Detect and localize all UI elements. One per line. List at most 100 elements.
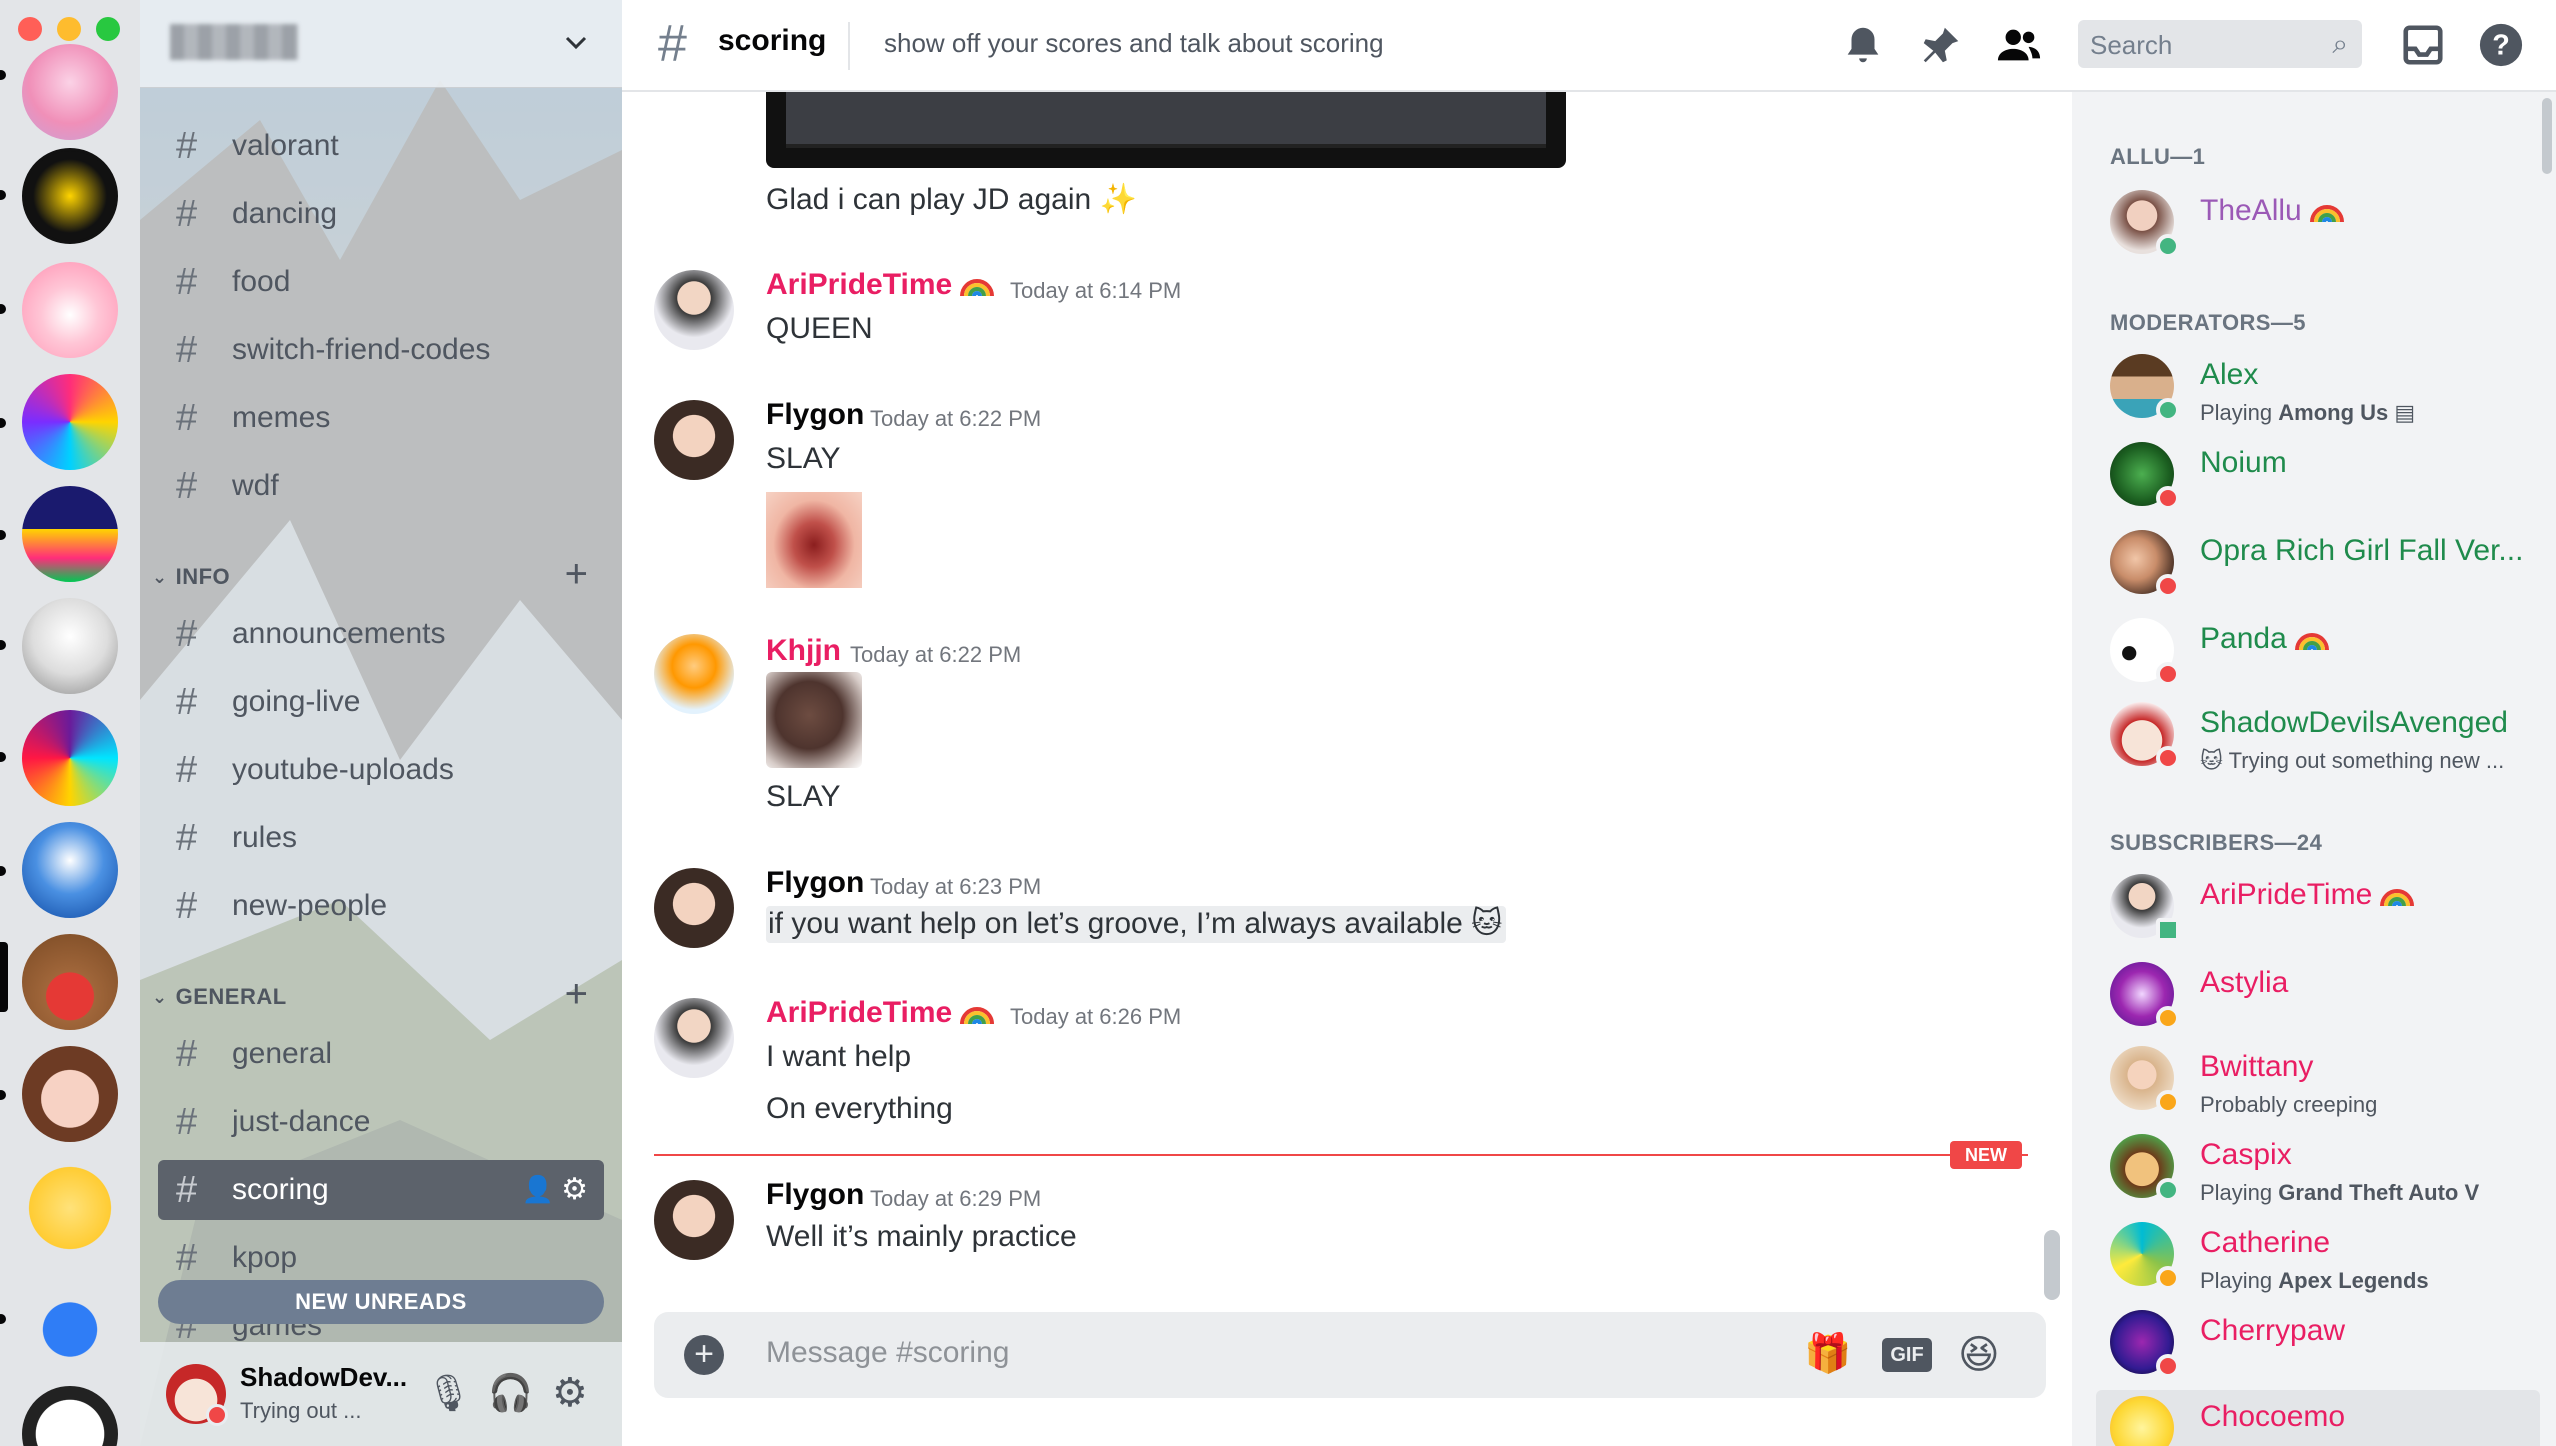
channel-wdf[interactable]: # wdf — [176, 456, 616, 516]
bell-icon[interactable] — [1840, 22, 1886, 68]
avatar[interactable] — [654, 634, 734, 714]
message-text: Well it’s mainly practice — [766, 1220, 1077, 1253]
member-item[interactable]: Panda — [2110, 612, 2540, 686]
channel-topic[interactable]: show off your scores and talk about scor… — [884, 28, 1384, 59]
upload-plus-button[interactable]: + — [684, 1335, 724, 1375]
message-timestamp[interactable]: Today at 6:26 PM — [1010, 1004, 1181, 1030]
member-item[interactable]: Opra Rich Girl Fall Ver... — [2110, 524, 2540, 598]
channel-valorant[interactable]: # valorant — [176, 116, 616, 176]
category-info[interactable]: ⌄ INFO — [152, 564, 230, 590]
member-item[interactable]: TheAllu — [2110, 184, 2540, 258]
member-item[interactable]: Bwittany Probably creeping — [2110, 1040, 2540, 1117]
server-icon-dog-heart[interactable] — [22, 934, 118, 1030]
channel-dancing[interactable]: # dancing — [176, 184, 616, 244]
add-channel-icon[interactable]: + — [565, 552, 588, 597]
category-label: GENERAL — [175, 984, 287, 1009]
avatar[interactable] — [654, 400, 734, 480]
search-input[interactable]: Search ⌕ — [2078, 20, 2362, 68]
server-icon-yellow[interactable] — [22, 1160, 118, 1256]
message-author[interactable]: Flygon — [766, 866, 864, 900]
server-icon-girl[interactable] — [22, 1046, 118, 1142]
member-scrollbar[interactable] — [2542, 98, 2552, 174]
message-timestamp[interactable]: Today at 6:29 PM — [870, 1186, 1041, 1212]
message-timestamp[interactable]: Today at 6:22 PM — [850, 642, 1021, 668]
emoji-icon[interactable]: 😆 — [1958, 1332, 2000, 1378]
invite-icon[interactable]: 👤 — [522, 1174, 554, 1205]
walrus-sticker-image[interactable] — [766, 672, 862, 768]
member-item[interactable]: Caspix Playing Grand Theft Auto V — [2110, 1128, 2540, 1205]
message-input-placeholder[interactable]: Message #scoring — [766, 1336, 1009, 1370]
server-icon-anime[interactable] — [22, 44, 118, 140]
channel-going-live[interactable]: # going-live — [176, 672, 616, 732]
add-channel-icon[interactable]: + — [565, 972, 588, 1017]
chevron-down-icon[interactable] — [564, 30, 588, 54]
channel-scoring[interactable]: # scoring 👤 ⚙ — [158, 1160, 604, 1220]
avatar[interactable] — [654, 1180, 734, 1260]
member-item[interactable]: Astylia — [2110, 956, 2540, 1030]
server-icon-game[interactable] — [22, 710, 118, 806]
server-icon-bird[interactable] — [22, 486, 118, 582]
server-icon-sketch[interactable] — [22, 598, 118, 694]
gift-icon[interactable]: 🎁 — [1804, 1332, 1851, 1376]
server-icon-just-dance[interactable] — [22, 374, 118, 470]
member-item[interactable]: Chocoemo — [2096, 1390, 2540, 1446]
dnd-status-icon — [2156, 1354, 2180, 1378]
dnd-status-icon — [206, 1404, 228, 1426]
member-list-icon[interactable] — [1996, 22, 2042, 68]
headphones-icon[interactable]: 🎧 — [488, 1372, 533, 1414]
message-author[interactable]: AriPrideTime — [766, 996, 995, 1030]
help-icon[interactable]: ? — [2478, 22, 2524, 68]
minimize-window-button[interactable] — [57, 17, 81, 41]
chat-scrollbar[interactable] — [2044, 1230, 2060, 1300]
message-timestamp[interactable]: Today at 6:14 PM — [1010, 278, 1181, 304]
avatar[interactable] — [654, 868, 734, 948]
message-timestamp[interactable]: Today at 6:23 PM — [870, 874, 1041, 900]
server-header[interactable] — [140, 0, 622, 88]
close-window-button[interactable] — [18, 17, 42, 41]
channel-youtube-uploads[interactable]: # youtube-uploads — [176, 740, 616, 800]
channel-rules[interactable]: # rules — [176, 808, 616, 868]
member-item[interactable]: Noium — [2110, 436, 2540, 510]
server-icon-heart-note[interactable] — [22, 1270, 118, 1366]
pin-icon[interactable] — [1918, 22, 1964, 68]
selected-server-pill — [0, 942, 8, 1012]
member-item[interactable]: AriPrideTime — [2110, 868, 2540, 942]
gif-button[interactable]: GIF — [1882, 1338, 1932, 1372]
member-item[interactable]: ShadowDevilsAvenged 🐱 Trying out somethi… — [2110, 696, 2540, 773]
member-item[interactable]: Alex Playing Among Us ▤ — [2110, 348, 2540, 425]
gear-icon[interactable]: ⚙ — [552, 1370, 588, 1416]
member-item[interactable]: Catherine Playing Apex Legends — [2110, 1216, 2540, 1293]
inbox-icon[interactable] — [2400, 22, 2446, 68]
server-icon-star[interactable] — [22, 148, 118, 244]
message-author[interactable]: Khjjn — [766, 634, 841, 668]
message-composer[interactable]: + Message #scoring 🎁 GIF 😆 — [654, 1312, 2046, 1398]
member-item[interactable]: Cherrypaw — [2110, 1304, 2540, 1378]
channel-new-people[interactable]: # new-people — [176, 876, 616, 936]
avatar[interactable] — [654, 998, 734, 1078]
microphone-muted-icon[interactable]: 🎙 — [426, 1372, 472, 1414]
server-icon-partial[interactable] — [22, 1386, 118, 1446]
channel-memes[interactable]: # memes — [176, 388, 616, 448]
message-timestamp[interactable]: Today at 6:22 PM — [870, 406, 1041, 432]
gear-icon[interactable]: ⚙ — [561, 1172, 588, 1207]
message-image[interactable] — [766, 92, 1566, 168]
member-name: Astylia — [2200, 966, 2289, 999]
channel-label: wdf — [232, 469, 279, 502]
message-author[interactable]: AriPrideTime — [766, 268, 995, 302]
message-author[interactable]: Flygon — [766, 1178, 864, 1212]
category-general[interactable]: ⌄ GENERAL — [152, 984, 287, 1010]
channel-kpop[interactable]: # kpop — [176, 1228, 616, 1288]
channel-announcements[interactable]: # announcements — [176, 604, 616, 664]
member-name: Noium — [2200, 446, 2287, 479]
channel-just-dance[interactable]: # just-dance — [176, 1092, 616, 1152]
avatar[interactable] — [654, 270, 734, 350]
message-author[interactable]: Flygon — [766, 398, 864, 432]
server-icon-avatar[interactable] — [22, 822, 118, 918]
maximize-window-button[interactable] — [96, 17, 120, 41]
channel-food[interactable]: # food — [176, 252, 616, 312]
channel-switch-friend-codes[interactable]: # switch-friend-codes — [176, 320, 616, 380]
lips-sticker-image[interactable] — [766, 492, 862, 588]
server-icon-pig[interactable] — [22, 262, 118, 358]
new-unreads-bar[interactable]: NEW UNREADS — [158, 1280, 604, 1324]
channel-general[interactable]: # general — [176, 1024, 616, 1084]
